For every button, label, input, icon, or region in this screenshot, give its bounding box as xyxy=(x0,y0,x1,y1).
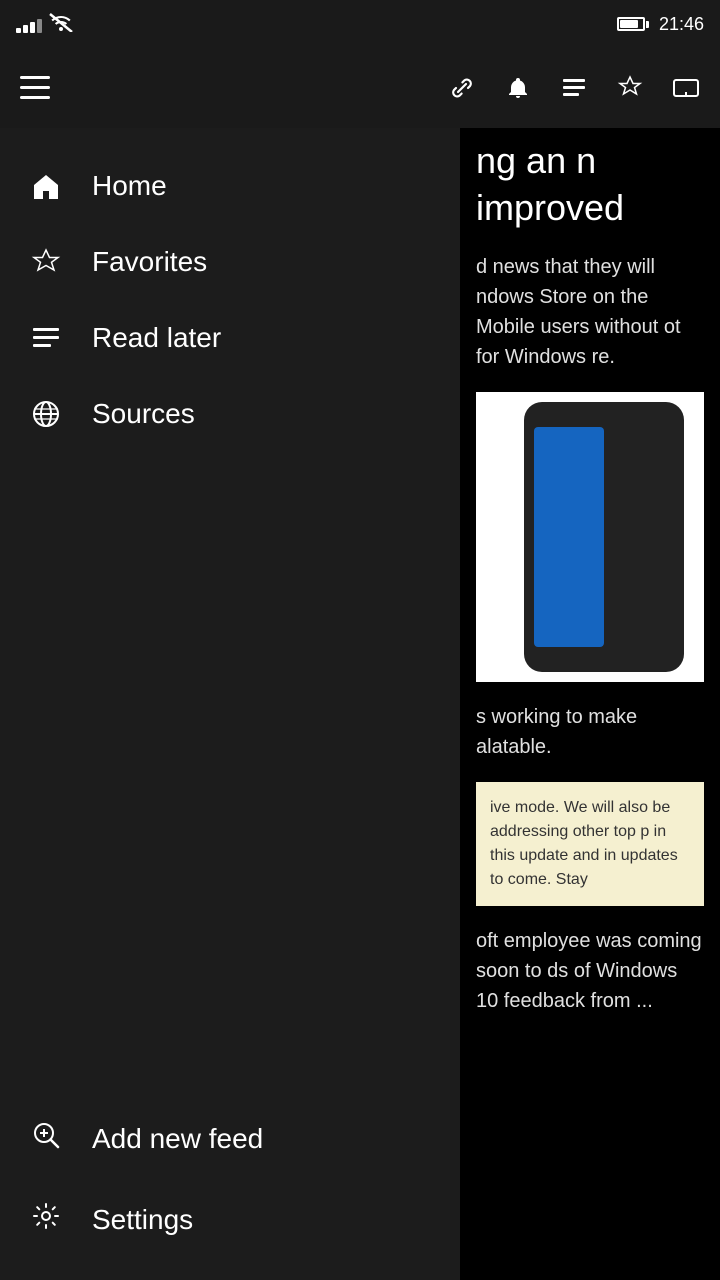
sidebar-item-sources[interactable]: Sources xyxy=(0,376,460,452)
article-body-2: s working to make alatable. xyxy=(476,702,704,762)
article-body-3: oft employee was coming soon to ds of Wi… xyxy=(476,926,704,1016)
sidebar-home-label: Home xyxy=(92,170,167,202)
article-snippet: ive mode. We will also be addressing oth… xyxy=(476,782,704,906)
favorites-icon[interactable] xyxy=(616,74,644,102)
sidebar-item-read-later[interactable]: Read later xyxy=(0,300,460,376)
toolbar-left xyxy=(20,76,50,100)
status-bar: 21:46 xyxy=(0,0,720,48)
sidebar-settings-label: Settings xyxy=(92,1204,193,1236)
status-right: 21:46 xyxy=(617,14,704,35)
article-area: ng an n improved d news that they will n… xyxy=(460,128,720,1280)
sidebar-read-later-label: Read later xyxy=(92,322,221,354)
sidebar-item-home[interactable]: Home xyxy=(0,148,460,224)
home-icon xyxy=(28,171,64,201)
reading-list-icon[interactable] xyxy=(560,74,588,102)
add-feed-icon xyxy=(28,1120,64,1157)
article-body-1: d news that they will ndows Store on the… xyxy=(476,252,704,372)
sidebar-sources-label: Sources xyxy=(92,398,195,430)
link-icon[interactable] xyxy=(448,74,476,102)
star-icon xyxy=(28,247,64,277)
phone-mockup xyxy=(524,402,684,672)
time-display: 21:46 xyxy=(659,14,704,35)
globe-icon xyxy=(28,399,64,429)
sidebar-item-add-feed[interactable]: Add new feed xyxy=(0,1098,460,1179)
settings-icon xyxy=(28,1201,64,1238)
sidebar-nav: Home Favorites Read la xyxy=(0,128,460,1098)
cast-icon[interactable] xyxy=(672,74,700,102)
sidebar-item-favorites[interactable]: Favorites xyxy=(0,224,460,300)
app-toolbar xyxy=(0,48,720,128)
menu-icon[interactable] xyxy=(20,76,50,100)
read-later-icon xyxy=(28,323,64,353)
article-image xyxy=(476,392,704,682)
sidebar-item-settings[interactable]: Settings xyxy=(0,1179,460,1260)
article-title: ng an n improved xyxy=(476,138,704,232)
status-left xyxy=(16,12,74,37)
sidebar-add-feed-label: Add new feed xyxy=(92,1123,263,1155)
phone-screen xyxy=(534,427,604,647)
main-content: ng an n improved d news that they will n… xyxy=(0,128,720,1280)
sidebar-drawer: Home Favorites Read la xyxy=(0,128,460,1280)
signal-icon xyxy=(16,15,42,33)
notification-icon[interactable] xyxy=(504,74,532,102)
sidebar-bottom: Add new feed Settings xyxy=(0,1098,460,1280)
sidebar-favorites-label: Favorites xyxy=(92,246,207,278)
toolbar-right xyxy=(448,74,700,102)
wifi-icon xyxy=(48,12,74,37)
battery-icon xyxy=(617,17,649,31)
